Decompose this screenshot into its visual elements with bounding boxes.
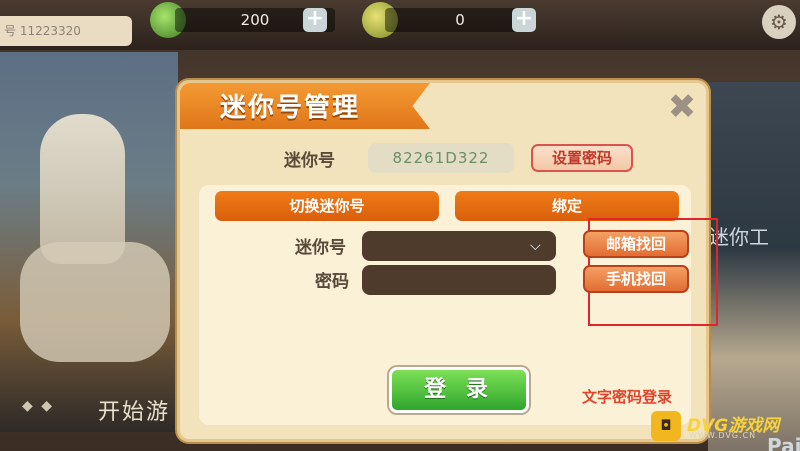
- login-panel: 切换迷你号 绑定 迷你号 ⌵ 密码 邮箱找回 手机找回 登 录 文字密码登录: [199, 185, 718, 425]
- tab-bind[interactable]: 绑定: [455, 191, 679, 221]
- player-id-display: 号 11223320: [0, 16, 132, 46]
- text-password-login-link[interactable]: 文字密码登录: [582, 386, 672, 407]
- set-password-button[interactable]: 设置密码: [531, 144, 633, 172]
- account-label: 迷你号: [295, 238, 346, 258]
- login-button[interactable]: 登 录: [389, 367, 529, 413]
- phone-recover-button[interactable]: 手机找回: [583, 265, 689, 293]
- mini-id-value: 82261D322: [368, 143, 514, 173]
- password-input[interactable]: [362, 265, 556, 295]
- top-bar: 号 11223320 200 + 0 + ⚙: [0, 0, 800, 50]
- dialog-title: 迷你号管理: [220, 93, 361, 123]
- tab-switch-account[interactable]: 切换迷你号: [215, 191, 439, 221]
- page-indicator: ◆ ◆: [22, 398, 54, 414]
- email-recover-button[interactable]: 邮箱找回: [583, 230, 689, 258]
- goose-body-image: [20, 242, 170, 362]
- add-coins-button[interactable]: +: [512, 8, 536, 32]
- side-card-label: 迷你工: [709, 225, 769, 249]
- side-card[interactable]: [708, 82, 800, 451]
- start-game-label: 开始游: [98, 400, 171, 425]
- mini-account-dialog: 迷你号管理 ✖ 迷你号 82261D322 设置密码 切换迷你号 绑定 迷你号 …: [177, 80, 718, 442]
- add-gems-button[interactable]: +: [303, 8, 327, 32]
- settings-icon[interactable]: ⚙: [762, 5, 796, 39]
- site-watermark: ◘ DVG游戏网 WWW.DVG.CN: [651, 409, 797, 443]
- account-select[interactable]: ⌵: [362, 231, 556, 261]
- close-button[interactable]: ✖: [664, 89, 700, 125]
- start-game-card[interactable]: [0, 52, 178, 432]
- watermark-logo-icon: ◘: [651, 411, 681, 441]
- chevron-down-icon: ⌵: [530, 238, 541, 254]
- password-label: 密码: [315, 272, 349, 292]
- watermark-url: WWW.DVG.CN: [689, 431, 757, 440]
- mini-id-label: 迷你号: [284, 151, 335, 171]
